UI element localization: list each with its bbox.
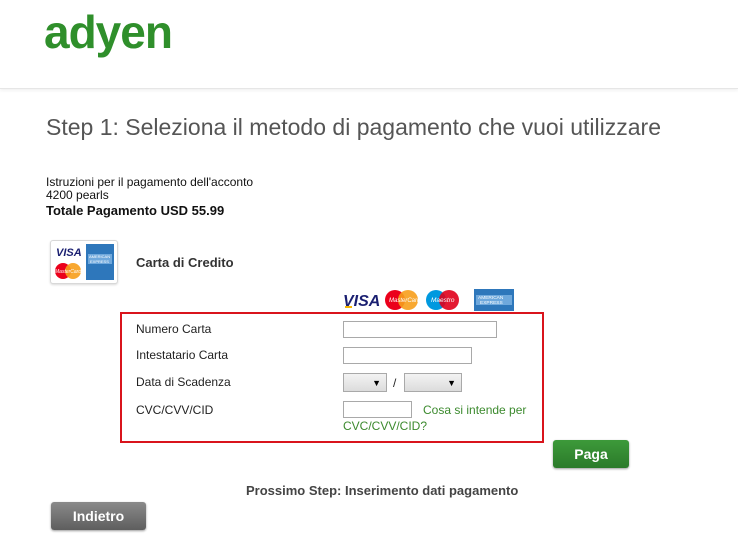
mastercard-logo: MasterCard	[385, 290, 421, 310]
page-header: adyen	[0, 0, 738, 89]
credit-card-icon[interactable]: VISA MasterCard AMERICAN EXPRESS	[50, 240, 118, 284]
card-holder-label: Intestatario Carta	[136, 348, 229, 362]
pay-button[interactable]: Paga	[553, 440, 629, 468]
cvc-label: CVC/CVV/CID	[136, 403, 214, 417]
payment-total: Totale Pagamento USD 55.99	[46, 203, 225, 218]
svg-text:VISA: VISA	[56, 247, 82, 259]
dropdown-arrow-icon: ▼	[447, 378, 456, 388]
expiry-year-select[interactable]: ▼	[404, 373, 462, 392]
expiry-separator: /	[393, 376, 397, 390]
svg-text:EXPRESS: EXPRESS	[90, 259, 109, 264]
svg-text:Maestro: Maestro	[431, 297, 455, 304]
next-step-text: Prossimo Step: Inserimento dati pagament…	[246, 483, 519, 498]
maestro-logo: Maestro	[426, 290, 459, 310]
page-title: Step 1: Seleziona il metodo di pagamento…	[46, 114, 661, 140]
svg-text:MasterCard: MasterCard	[389, 298, 421, 304]
card-number-label: Numero Carta	[136, 322, 212, 336]
svg-text:EXPRESS: EXPRESS	[480, 300, 503, 306]
back-button[interactable]: Indietro	[51, 502, 146, 530]
cvc-help-link[interactable]: Cosa si intende per	[423, 402, 541, 419]
svg-text:MasterCard: MasterCard	[55, 269, 81, 275]
card-holder-input[interactable]	[343, 347, 472, 364]
expiry-label: Data di Scadenza	[136, 375, 231, 389]
cvc-input[interactable]	[343, 401, 412, 418]
amex-logo: AMERICAN EXPRESS	[474, 289, 514, 311]
instructions-item: 4200 pearls	[46, 188, 109, 202]
adyen-logo: adyen	[44, 10, 173, 58]
card-number-input[interactable]	[343, 321, 497, 338]
dropdown-arrow-icon: ▼	[372, 378, 381, 388]
expiry-month-select[interactable]: ▼	[343, 373, 387, 392]
payment-method-label: Carta di Credito	[136, 255, 234, 270]
cvc-help-link-cont[interactable]: CVC/CVV/CID?	[343, 418, 427, 435]
svg-text:adyen: adyen	[44, 10, 172, 58]
payment-instructions: Istruzioni per il pagamento dell'acconto…	[46, 176, 253, 202]
card-brands: VISA MasterCard Maestro AMERICAN EXPRESS	[343, 289, 514, 311]
visa-logo: VISA	[343, 293, 380, 310]
